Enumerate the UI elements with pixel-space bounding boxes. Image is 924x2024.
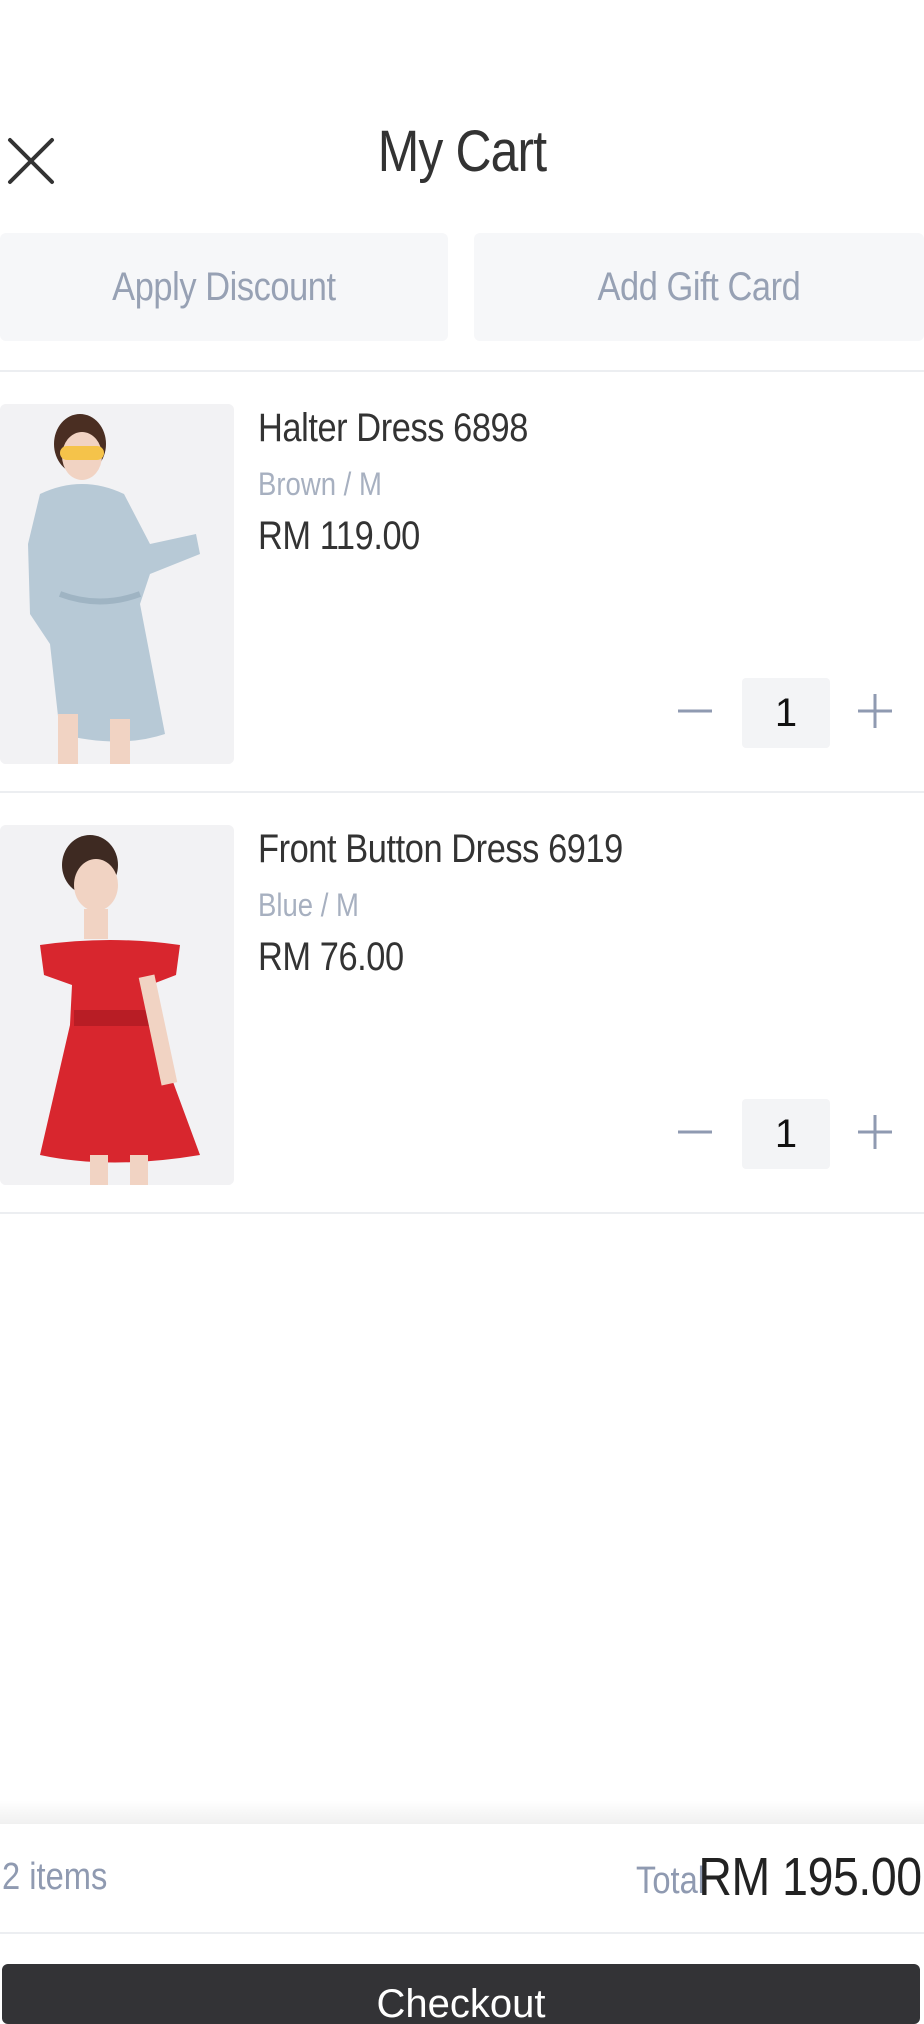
- product-variant: Blue / M: [258, 887, 359, 923]
- cart-item: Front Button Dress 6919 Blue / M RM 76.0…: [0, 825, 924, 1245]
- product-variant: Brown / M: [258, 466, 382, 502]
- item-count: 2 items: [2, 1856, 108, 1898]
- apply-discount-label: Apply Discount: [112, 264, 336, 309]
- divider: [0, 1212, 924, 1214]
- product-image[interactable]: [0, 825, 234, 1185]
- product-price: RM 76.00: [258, 935, 404, 979]
- total-label: Total: [636, 1860, 706, 1902]
- close-icon[interactable]: [6, 136, 56, 186]
- increase-quantity-button[interactable]: [850, 686, 900, 736]
- product-image[interactable]: [0, 404, 234, 764]
- divider: [0, 370, 924, 372]
- cart-header: My Cart: [0, 0, 924, 230]
- quantity-input[interactable]: 1: [742, 1099, 830, 1169]
- decrease-quantity-button[interactable]: [670, 686, 720, 736]
- divider: [0, 791, 924, 793]
- quantity-input[interactable]: 1: [742, 678, 830, 748]
- total-value: RM 195.00: [698, 1847, 923, 1907]
- divider: [0, 1932, 924, 1934]
- checkout-button[interactable]: Checkout: [2, 1964, 920, 2024]
- product-name[interactable]: Halter Dress 6898: [258, 406, 528, 451]
- footer-shadow: [0, 1800, 924, 1824]
- product-price: RM 119.00: [258, 514, 420, 558]
- increase-quantity-button[interactable]: [850, 1107, 900, 1157]
- page-title: My Cart: [377, 119, 547, 184]
- add-gift-card-label: Add Gift Card: [597, 264, 801, 309]
- add-gift-card-button[interactable]: Add Gift Card: [474, 233, 924, 341]
- apply-discount-button[interactable]: Apply Discount: [0, 233, 448, 341]
- product-name[interactable]: Front Button Dress 6919: [258, 827, 623, 872]
- cart-item: Halter Dress 6898 Brown / M RM 119.00 1: [0, 404, 924, 824]
- decrease-quantity-button[interactable]: [670, 1107, 720, 1157]
